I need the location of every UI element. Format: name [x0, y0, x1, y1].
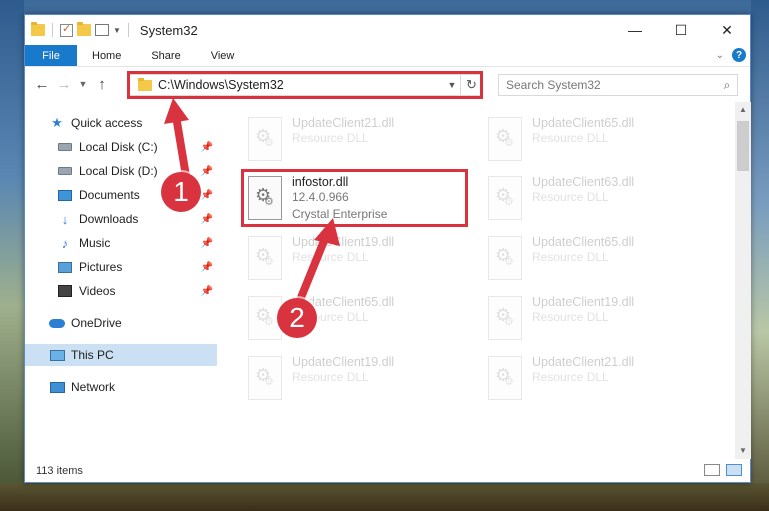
- arrow-2-shaft: [296, 232, 330, 304]
- annotation-arrows: [164, 98, 340, 304]
- arrow-1-head: [164, 98, 189, 124]
- step-1-badge: 1: [161, 172, 201, 212]
- arrow-2-head: [314, 218, 340, 246]
- step-2-badge: 2: [277, 298, 317, 338]
- arrow-1-shaft: [172, 112, 190, 180]
